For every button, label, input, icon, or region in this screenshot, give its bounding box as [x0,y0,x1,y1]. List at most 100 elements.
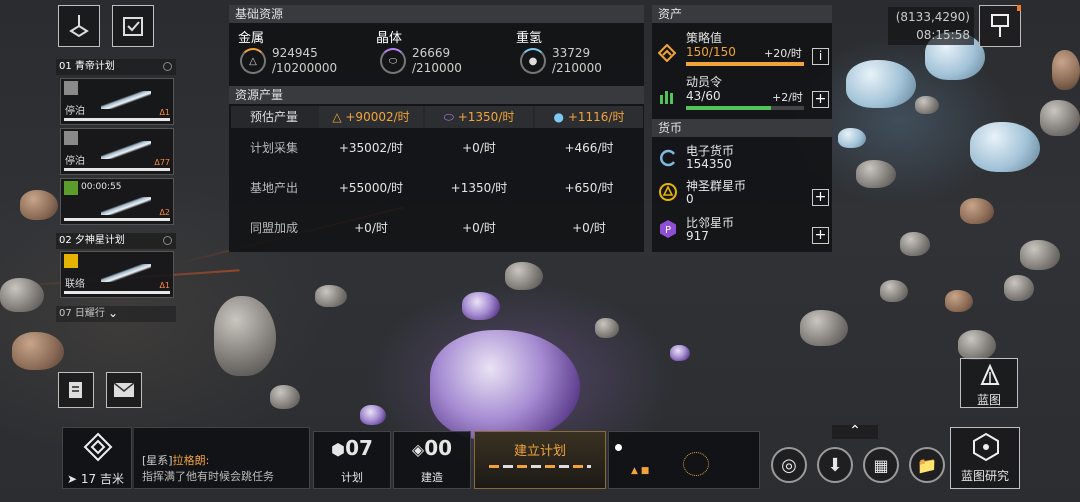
mobilize-rate: +2/时 [772,91,803,104]
fleet-hp-bar [64,218,170,221]
mobilize-value: 43/60 [686,89,721,103]
deuterium-label: 重氢 [516,31,543,46]
galaxy-button[interactable]: ◎ [771,447,807,483]
build-count: ◈00 [411,436,453,460]
fleet-name: 夕神星计划 [74,235,125,246]
strategy-value: 150/150 [686,45,736,59]
folder-button[interactable]: 📁 [909,447,945,483]
mobilize-icon [660,91,673,104]
assets-header: 资产 [652,5,832,23]
holy-coin-add-button[interactable]: + [812,189,829,206]
minimap[interactable]: ▲ ■ [608,431,760,489]
deut-cell: +0/时 [572,221,606,235]
expand-chevron-icon[interactable]: ⌄ [108,306,118,320]
blueprint-button[interactable]: 蓝图 [960,358,1018,408]
table-row: 计划采集 +35002/时 +0/时 +466/时 [231,128,643,168]
fleet-card-1[interactable]: 停泊 Δ1 [60,78,174,125]
fleet-card-2[interactable]: 停泊 Δ77 [60,128,174,175]
plan-count: ⬢07 [331,436,373,460]
fleet-index: 01 [59,61,72,72]
fleet-group-2-header[interactable]: 02 夕神星计划 [56,233,176,249]
crystal-max: /210000 [412,61,462,75]
chat-sender: 拉格朗: [172,454,210,467]
mobilize-add-button[interactable]: + [812,91,829,108]
player-marker-icon [615,444,622,451]
strategy-icon [658,44,676,62]
fleet-state: 停泊 [65,156,85,167]
fleet-card-4[interactable]: 联络 Δ1 [60,251,174,298]
fleet-group-1-header[interactable]: 01 青帝计划 [56,59,176,75]
currency-value: 154350 [686,157,732,171]
metal-cell: +55000/时 [338,181,404,195]
table-row: 同盟加成 +0/时 +0/时 +0/时 [231,208,643,248]
row-label: 基地产出 [249,181,298,195]
task-checklist-button[interactable] [112,5,154,47]
checklist-icon [123,17,143,36]
info-icon[interactable]: i [812,48,829,65]
e-currency-icon [660,149,676,167]
folder-icon: 📁 [917,455,937,475]
coord-box: (8133,4290) 08:15:58 [888,7,974,45]
strategy-rate: +20/时 [764,47,802,60]
download-button[interactable]: ⬇ [817,447,853,483]
nav-target-icon [83,432,113,462]
distance-readout: ➤ 17 吉米 [67,470,124,487]
currency-name: 神圣群星币 [686,179,747,193]
deut-cell: +466/时 [564,141,614,155]
fleet-warning: Δ77 [154,158,170,167]
chat-message: 指挥满了他有时候会跳任务 [142,470,274,483]
fleet-name: 日耀行 [74,308,105,319]
mail-button[interactable] [106,372,142,408]
crystal-cell: ⬭ +1350/时 [425,106,533,128]
build-count-button[interactable]: ◈00 建造 [393,431,471,489]
fleet-card-3[interactable]: 00:00:55 Δ2 [60,178,174,225]
clock: 08:15:58 [916,28,970,42]
blueprint-research-button[interactable]: 蓝图研究 [950,427,1020,489]
metal-cell: +0/时 [354,221,388,235]
strategy-bar-fill [686,62,804,66]
create-plan-button[interactable]: 建立计划 [474,431,606,489]
expand-up-icon[interactable]: ⌃ [832,424,878,439]
coordinates: (8133,4290) [895,10,970,24]
metal-values: 924945 /10200000 [272,46,337,76]
fleet-marker-icon: ▲ ■ [631,466,650,476]
fleet-settings-icon[interactable] [163,236,172,245]
fleet-timer: 00:00:55 [81,182,122,192]
map-pin-button[interactable] [979,5,1021,47]
strategy-bar [686,62,804,66]
notify-dot [1017,5,1021,11]
fleet-type-icon [64,131,78,145]
map-pin-icon [991,14,1009,37]
distance-value: 17 [80,472,97,486]
galaxy-icon: ◎ [781,454,797,476]
fleet-settings-icon[interactable] [163,62,172,71]
report-button[interactable] [58,372,94,408]
blueprint-icon [980,364,1000,385]
fleet-warning: Δ1 [159,108,170,117]
ship-icon [101,141,151,159]
ship-icon [101,264,151,282]
svg-text:P: P [665,225,671,236]
table-row: 基地产出 +55000/时 +1350/时 +650/时 [231,168,643,208]
proxima-coin-add-button[interactable]: + [812,227,829,244]
mobilize-label: 动员令 [686,75,723,89]
target-area-icon [683,452,709,476]
table-row: 预估产量 △ +90002/时 ⬭ +1350/时 ● +1116/时 [231,106,643,128]
fleet-type-icon [64,254,78,268]
crystal-cell: +0/时 [462,221,496,235]
fleet-index: 07 [59,308,72,319]
ship-icon [101,197,151,215]
distance-widget[interactable]: ➤ 17 吉米 [62,427,132,489]
deuterium-current: 33729 [552,46,591,60]
plan-count-button[interactable]: ⬢07 计划 [313,431,391,489]
cursor-icon: ➤ [67,472,78,486]
fleet-deploy-button[interactable] [58,5,100,47]
crystal-values: 26669 /210000 [412,46,462,76]
fleet-state: 联络 [65,279,85,290]
alliance-button[interactable]: ▦ [863,447,899,483]
resources-header: 基础资源 [229,5,644,23]
chat-box[interactable]: [星系]拉格朗: 指挥满了他有时候会跳任务 [134,427,310,489]
deuterium-icon: ● [520,48,546,74]
download-icon: ⬇ [827,454,843,476]
deut-cell: ● +1116/时 [535,106,643,128]
